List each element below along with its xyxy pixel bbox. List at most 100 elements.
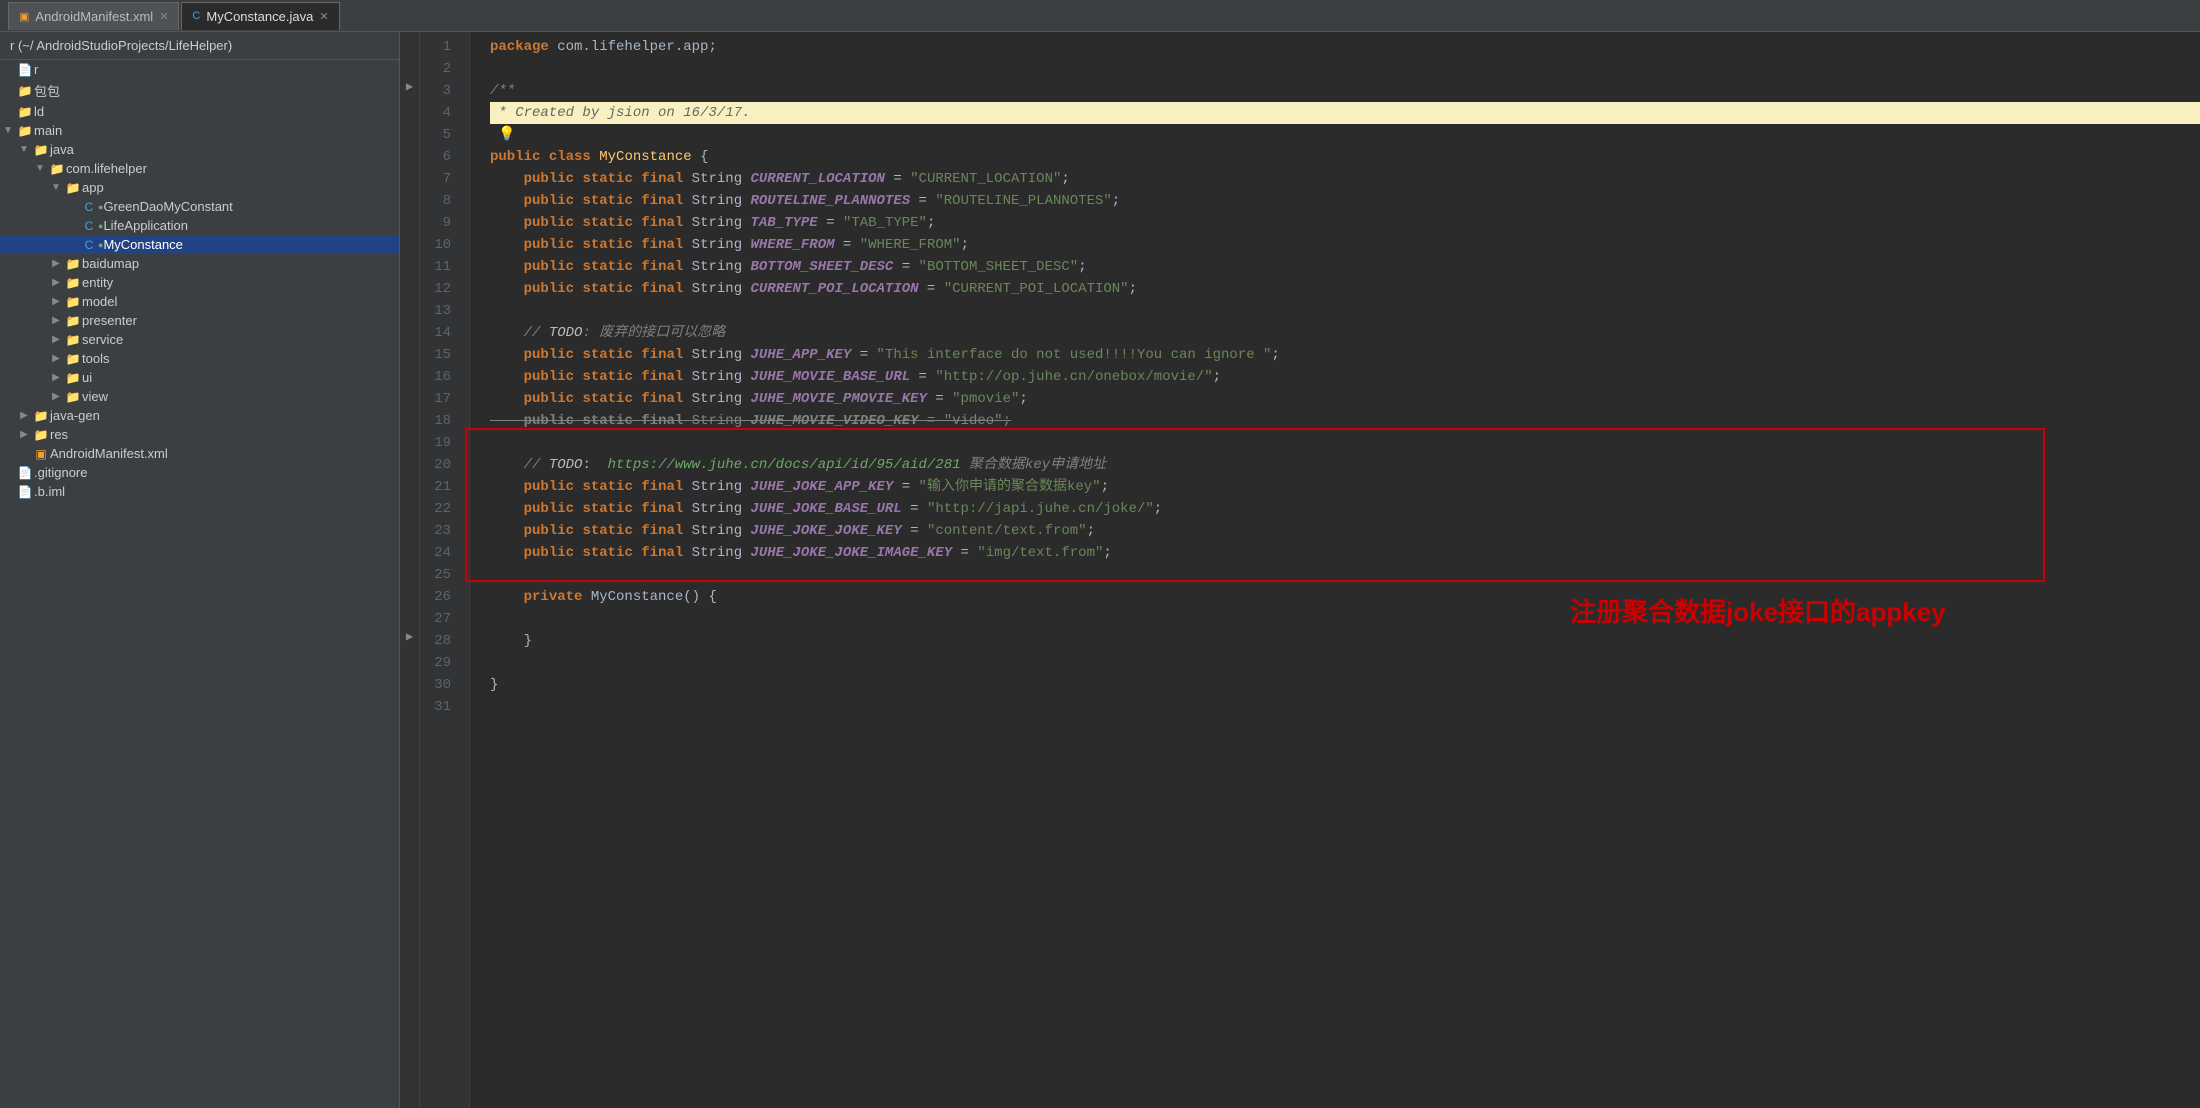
gutter-line-15 xyxy=(400,340,419,362)
gutter-line-16 xyxy=(400,362,419,384)
line-num-31: 31 xyxy=(420,696,459,718)
tab-close-myconstance[interactable]: ✕ xyxy=(319,10,328,23)
folder-icon: 📁 xyxy=(64,295,82,309)
tree-expand-main[interactable]: ▼ xyxy=(0,125,16,136)
folder-icon: 📁 xyxy=(64,371,82,385)
tab-myconstance[interactable]: C MyConstance.java ✕ xyxy=(181,2,339,30)
tree-expand-view[interactable]: ▶ xyxy=(48,391,64,402)
line-num-23: 23 xyxy=(420,520,459,542)
sidebar-label-view: view xyxy=(82,389,399,404)
tab-androidmanifest[interactable]: ▣ AndroidManifest.xml ✕ xyxy=(8,2,179,30)
sidebar-label-ui: ui xyxy=(82,370,399,385)
line-num-6: 6 xyxy=(420,146,459,168)
tree-expand-service[interactable]: ▶ xyxy=(48,334,64,345)
sidebar-label-myconstance: MyConstance xyxy=(103,237,399,252)
sidebar-item-baobao[interactable]: 📁 包包 xyxy=(0,79,399,102)
tree-expand-presenter[interactable]: ▶ xyxy=(48,315,64,326)
tree-expand-model[interactable]: ▶ xyxy=(48,296,64,307)
line-num-18: 18 xyxy=(420,410,459,432)
sidebar-item-service[interactable]: ▶ 📁 service xyxy=(0,330,399,349)
sidebar-item-model[interactable]: ▶ 📁 model xyxy=(0,292,399,311)
line-num-12: 12 xyxy=(420,278,459,300)
folder-icon: 📁 xyxy=(64,257,82,271)
gutter-line-20 xyxy=(400,450,419,472)
sidebar-label-com-lifehelper: com.lifehelper xyxy=(66,161,399,176)
sidebar-item-res[interactable]: ▶ 📁 res xyxy=(0,425,399,444)
tree-expand-entity[interactable]: ▶ xyxy=(48,277,64,288)
code-editor[interactable]: ▶ xyxy=(400,32,2200,1108)
line-num-29: 29 xyxy=(420,652,459,674)
line-num-7: 7 xyxy=(420,168,459,190)
sidebar-label-androidmanifest: AndroidManifest.xml xyxy=(50,446,399,461)
line-num-8: 8 xyxy=(420,190,459,212)
tree-expand-res[interactable]: ▶ xyxy=(16,429,32,440)
line-num-16: 16 xyxy=(420,366,459,388)
code-area: 注册聚合数据joke接口的appkey package com.lifehelp… xyxy=(470,32,2200,1108)
sidebar-item-view[interactable]: ▶ 📁 view xyxy=(0,387,399,406)
sidebar-label-java: java xyxy=(50,142,399,157)
sidebar-label-iml: .b.iml xyxy=(34,484,399,499)
folder-icon: 📁 xyxy=(64,352,82,366)
folder-icon: 📁 xyxy=(16,84,34,98)
sidebar-item-presenter[interactable]: ▶ 📁 presenter xyxy=(0,311,399,330)
gutter-fold-28[interactable]: ▶ xyxy=(400,626,419,648)
sidebar-item-myconstance[interactable]: C ● MyConstance xyxy=(0,235,399,254)
code-line-25 xyxy=(490,564,2200,586)
sidebar-label-java-gen: java-gen xyxy=(50,408,399,423)
sidebar-item-ui[interactable]: ▶ 📁 ui xyxy=(0,368,399,387)
tree-expand-tools[interactable]: ▶ xyxy=(48,353,64,364)
tree-expand-java[interactable]: ▼ xyxy=(16,144,32,155)
code-line-23: public static final String JUHE_JOKE_JOK… xyxy=(490,520,2200,542)
sidebar-item-entity[interactable]: ▶ 📁 entity xyxy=(0,273,399,292)
sidebar-item-main[interactable]: ▼ 📁 main xyxy=(0,121,399,140)
sidebar-item-androidmanifest[interactable]: ▣ AndroidManifest.xml xyxy=(0,444,399,463)
code-line-19 xyxy=(490,432,2200,454)
sidebar-label-lifeapplication: LifeApplication xyxy=(103,218,399,233)
sidebar-item-com-lifehelper[interactable]: ▼ 📁 com.lifehelper xyxy=(0,159,399,178)
code-line-9: public static final String TAB_TYPE = "T… xyxy=(490,212,2200,234)
sidebar-item-ld[interactable]: 📁 ld xyxy=(0,102,399,121)
gutter-line-13 xyxy=(400,296,419,318)
code-line-21: public static final String JUHE_JOKE_APP… xyxy=(490,476,2200,498)
sidebar-item-iml[interactable]: 📄 .b.iml xyxy=(0,482,399,501)
code-line-18: public static final String JUHE_MOVIE_VI… xyxy=(490,410,2200,432)
sidebar-label-service: service xyxy=(82,332,399,347)
folder-icon: 📁 xyxy=(32,409,50,423)
xml-icon: ▣ xyxy=(32,447,50,461)
tab-label-myconstance: MyConstance.java xyxy=(206,9,313,24)
gutter-line-21 xyxy=(400,472,419,494)
tree-expand-ui[interactable]: ▶ xyxy=(48,372,64,383)
gutter-line-25 xyxy=(400,560,419,582)
sidebar-item-gitignore[interactable]: 📄 .gitignore xyxy=(0,463,399,482)
code-line-7: public static final String CURRENT_LOCAT… xyxy=(490,168,2200,190)
sidebar-label-gitignore: .gitignore xyxy=(34,465,399,480)
sidebar-item-java-gen[interactable]: ▶ 📁 java-gen xyxy=(0,406,399,425)
line-num-22: 22 xyxy=(420,498,459,520)
folder-icon: 📁 xyxy=(16,124,34,138)
tree-expand-javagen[interactable]: ▶ xyxy=(16,410,32,421)
line-num-13: 13 xyxy=(420,300,459,322)
sidebar-item-r[interactable]: 📄 r xyxy=(0,60,399,79)
sidebar-header: r (~/ AndroidStudioProjects/LifeHelper) xyxy=(0,32,399,60)
java-c-icon: C xyxy=(80,238,98,252)
sidebar-item-baidumap[interactable]: ▶ 📁 baidumap xyxy=(0,254,399,273)
line-num-25: 25 xyxy=(420,564,459,586)
gutter-line-1 xyxy=(400,32,419,54)
gutter-line-31 xyxy=(400,692,419,714)
sidebar-item-app[interactable]: ▼ 📁 app xyxy=(0,178,399,197)
tab-close-androidmanifest[interactable]: ✕ xyxy=(159,10,168,23)
sidebar-item-greendao[interactable]: C ● GreenDaoMyConstant xyxy=(0,197,399,216)
sidebar-item-tools[interactable]: ▶ 📁 tools xyxy=(0,349,399,368)
line-num-17: 17 xyxy=(420,388,459,410)
tree-expand-baidumap[interactable]: ▶ xyxy=(48,258,64,269)
code-line-28: } xyxy=(490,630,2200,652)
sidebar-item-java[interactable]: ▼ 📁 java xyxy=(0,140,399,159)
sidebar-item-lifeapplication[interactable]: C ● LifeApplication xyxy=(0,216,399,235)
folder-icon: 📁 xyxy=(64,333,82,347)
code-line-15: public static final String JUHE_APP_KEY … xyxy=(490,344,2200,366)
tree-expand-comlifehelper[interactable]: ▼ xyxy=(32,163,48,174)
gutter-fold-3[interactable]: ▶ xyxy=(400,76,419,98)
gutter-line-10 xyxy=(400,230,419,252)
tree-expand-app[interactable]: ▼ xyxy=(48,182,64,193)
gutter-line-29 xyxy=(400,648,419,670)
